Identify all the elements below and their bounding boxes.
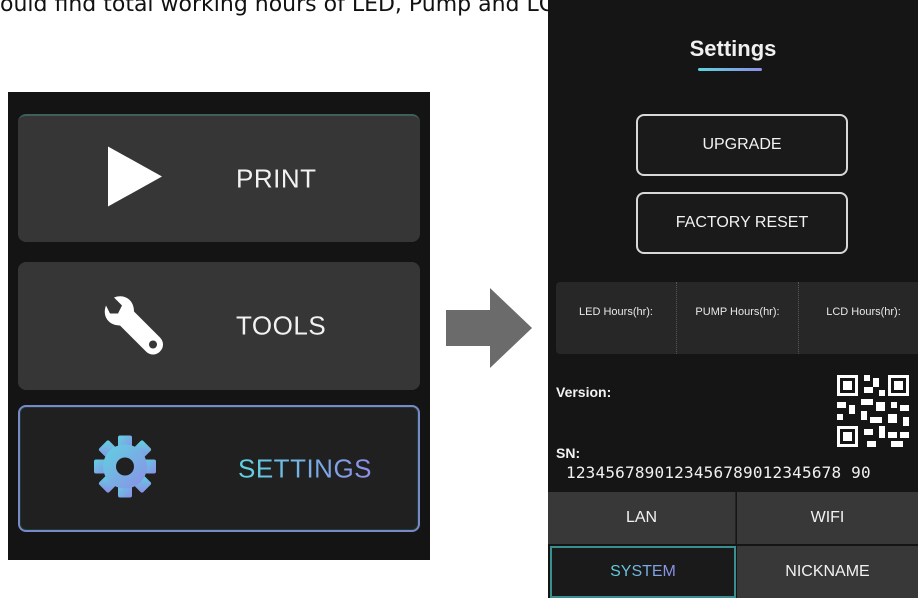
factory-reset-button[interactable]: FACTORY RESET (636, 192, 848, 254)
tools-label: TOOLS (236, 310, 327, 341)
settings-button[interactable]: SETTINGS (18, 405, 420, 532)
print-button[interactable]: PRINT (18, 114, 420, 242)
pump-hours-label: PUMP Hours(hr): (676, 282, 798, 354)
gear-icon (90, 431, 160, 506)
tools-button[interactable]: TOOLS (18, 262, 420, 390)
settings-label: SETTINGS (238, 453, 373, 483)
settings-screen: Settings UPGRADE FACTORY RESET LED Hours… (548, 0, 918, 598)
tab-nickname[interactable]: NICKNAME (737, 546, 918, 598)
title-underline (698, 68, 762, 71)
led-hours-label: LED Hours(hr): (579, 306, 653, 318)
tab-lan[interactable]: LAN (548, 492, 736, 544)
play-icon (104, 145, 164, 214)
version-label: Version: (556, 384, 612, 400)
upgrade-button[interactable]: UPGRADE (636, 114, 848, 176)
usage-hours-panel: LED Hours(hr): PUMP Hours(hr): LCD Hours… (556, 282, 918, 354)
lcd-hours-label: LCD Hours(hr): (798, 282, 918, 354)
tab-system[interactable]: SYSTEM (550, 546, 736, 598)
sn-value: 1234567890123456789012345678 90 (566, 463, 871, 482)
wrench-icon (98, 286, 174, 367)
qr-code-icon (834, 372, 912, 455)
arrow-right-icon (446, 288, 532, 373)
tab-system-label: SYSTEM (610, 563, 676, 580)
sn-label: SN: (556, 445, 581, 461)
tab-wifi[interactable]: WIFI (737, 492, 918, 544)
main-menu-panel: PRINT TOOLS SETTINGS (8, 92, 430, 560)
print-label: PRINT (236, 163, 317, 194)
page-title: Settings (689, 36, 777, 61)
